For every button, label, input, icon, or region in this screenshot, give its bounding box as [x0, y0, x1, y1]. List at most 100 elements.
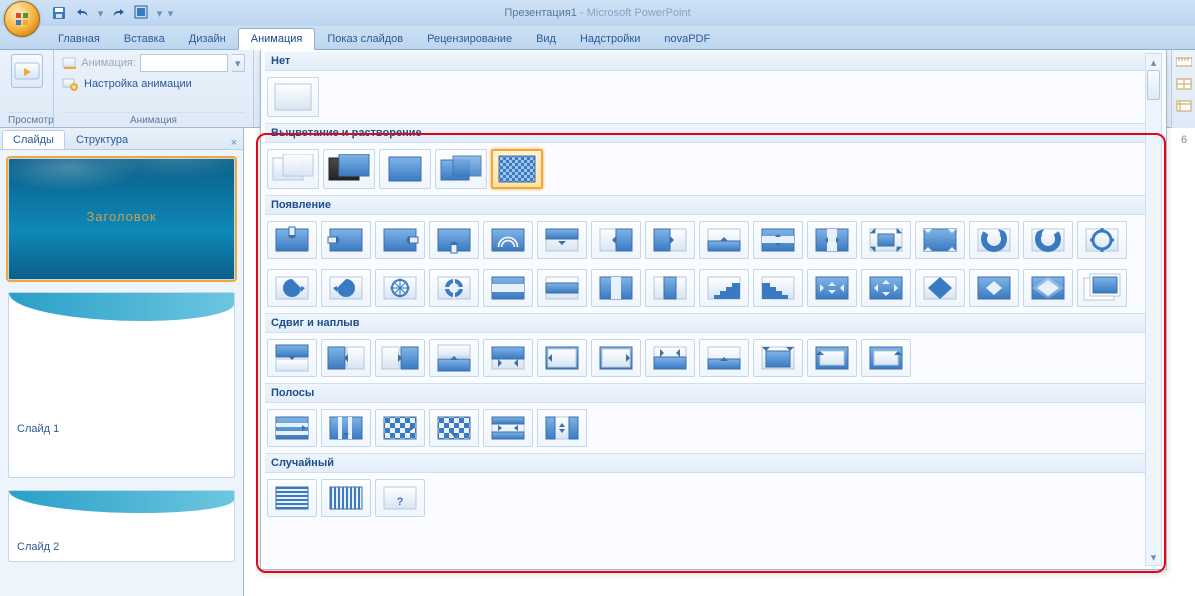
save-icon[interactable]	[50, 4, 68, 22]
shift-5[interactable]	[483, 339, 533, 377]
stripes-1[interactable]	[267, 409, 317, 447]
shift-10[interactable]	[753, 339, 803, 377]
appear-30[interactable]	[969, 269, 1019, 307]
shift-7[interactable]	[591, 339, 641, 377]
appear-18[interactable]	[321, 269, 371, 307]
shift-9[interactable]	[699, 339, 749, 377]
appear-7[interactable]	[591, 221, 641, 259]
tab-insert[interactable]: Вставка	[112, 29, 177, 49]
appear-16[interactable]	[1077, 221, 1127, 259]
tab-animation[interactable]: Анимация	[238, 28, 316, 50]
transition-fade-2[interactable]	[323, 149, 375, 189]
shift-12[interactable]	[861, 339, 911, 377]
appear-32[interactable]	[1077, 269, 1127, 307]
appear-1[interactable]	[267, 221, 317, 259]
appear-19[interactable]	[375, 269, 425, 307]
shift-2[interactable]	[321, 339, 371, 377]
tab-view[interactable]: Вид	[524, 29, 568, 49]
transition-fade-4[interactable]	[435, 149, 487, 189]
appear-25[interactable]	[699, 269, 749, 307]
dropdown-icon[interactable]: ▾	[98, 4, 103, 22]
slide-thumb-2[interactable]: Слайд 1	[8, 292, 235, 478]
office-button[interactable]	[4, 1, 40, 37]
dropdown-icon[interactable]: ▾	[157, 4, 162, 22]
stripes-4[interactable]	[429, 409, 479, 447]
panel-tab-outline[interactable]: Структура	[65, 130, 139, 149]
gridlines-icon[interactable]	[1176, 78, 1192, 94]
appear-11[interactable]	[807, 221, 857, 259]
transition-none[interactable]	[267, 77, 319, 117]
appear-13[interactable]	[915, 221, 965, 259]
appear-27[interactable]	[807, 269, 857, 307]
custom-animation-button[interactable]: Настройка анимации	[62, 76, 245, 92]
appear-28[interactable]	[861, 269, 911, 307]
appear-22[interactable]	[537, 269, 587, 307]
scroll-up-icon[interactable]: ▴	[1146, 54, 1161, 70]
shift-3[interactable]	[375, 339, 425, 377]
shift-4[interactable]	[429, 339, 479, 377]
appear-3[interactable]	[375, 221, 425, 259]
tab-addins[interactable]: Надстройки	[568, 29, 652, 49]
appear-4[interactable]	[429, 221, 479, 259]
slide-2-label: Слайд 2	[9, 531, 234, 561]
ruler-icon[interactable]	[1176, 56, 1192, 72]
undo-icon[interactable]	[74, 4, 92, 22]
transition-fade-1[interactable]	[267, 149, 319, 189]
scroll-thumb[interactable]	[1147, 70, 1160, 100]
app-name: Microsoft PowerPoint	[587, 7, 691, 19]
shift-1[interactable]	[267, 339, 317, 377]
group-label-animation: Анимация	[62, 112, 245, 126]
stripes-2[interactable]	[321, 409, 371, 447]
appear-17[interactable]	[267, 269, 317, 307]
appear-5[interactable]	[483, 221, 533, 259]
slide-thumb-1[interactable]: Заголовок	[8, 158, 235, 280]
section-stripes: Полосы	[265, 383, 1162, 403]
appear-10[interactable]	[753, 221, 803, 259]
transition-fade-3[interactable]	[379, 149, 431, 189]
appear-6[interactable]	[537, 221, 587, 259]
appear-12[interactable]	[861, 221, 911, 259]
tab-design[interactable]: Дизайн	[177, 29, 238, 49]
appear-21[interactable]	[483, 269, 533, 307]
tab-novapdf[interactable]: novaPDF	[652, 29, 722, 49]
ruler-mark: 6	[1175, 134, 1193, 146]
scroll-down-icon[interactable]: ▾	[1146, 549, 1161, 565]
qat-more-icon[interactable]: ▾	[168, 4, 173, 22]
close-icon[interactable]: ×	[225, 137, 243, 149]
appear-14[interactable]	[969, 221, 1019, 259]
appear-31[interactable]	[1023, 269, 1073, 307]
guides-icon[interactable]	[1176, 100, 1192, 116]
appear-9[interactable]	[699, 221, 749, 259]
appear-8[interactable]	[645, 221, 695, 259]
shift-11[interactable]	[807, 339, 857, 377]
style-picker-icon[interactable]	[133, 4, 151, 22]
animation-select[interactable]	[140, 54, 228, 72]
shift-8[interactable]	[645, 339, 695, 377]
appear-20[interactable]	[429, 269, 479, 307]
redo-icon[interactable]	[109, 4, 127, 22]
random-1[interactable]	[267, 479, 317, 517]
title-separator: -	[577, 7, 587, 19]
stripes-5[interactable]	[483, 409, 533, 447]
stripes-3[interactable]	[375, 409, 425, 447]
tab-slideshow[interactable]: Показ слайдов	[315, 29, 415, 49]
random-3[interactable]: ?	[375, 479, 425, 517]
panel-tab-slides[interactable]: Слайды	[2, 130, 65, 149]
gallery-scrollbar[interactable]: ▴ ▾	[1145, 53, 1162, 566]
appear-26[interactable]	[753, 269, 803, 307]
appear-15[interactable]	[1023, 221, 1073, 259]
transition-fade-5-selected[interactable]	[491, 149, 543, 189]
chevron-down-icon[interactable]: ▾	[232, 54, 245, 72]
appear-23[interactable]	[591, 269, 641, 307]
group-animation: Анимация: ▾ Настройка анимации Анимация	[54, 50, 254, 127]
random-2[interactable]	[321, 479, 371, 517]
appear-2[interactable]	[321, 221, 371, 259]
slide-thumb-3[interactable]: Слайд 2	[8, 490, 235, 562]
tab-home[interactable]: Главная	[46, 29, 112, 49]
preview-button[interactable]	[11, 54, 43, 88]
shift-6[interactable]	[537, 339, 587, 377]
appear-29[interactable]	[915, 269, 965, 307]
tab-review[interactable]: Рецензирование	[415, 29, 524, 49]
appear-24[interactable]	[645, 269, 695, 307]
stripes-6[interactable]	[537, 409, 587, 447]
